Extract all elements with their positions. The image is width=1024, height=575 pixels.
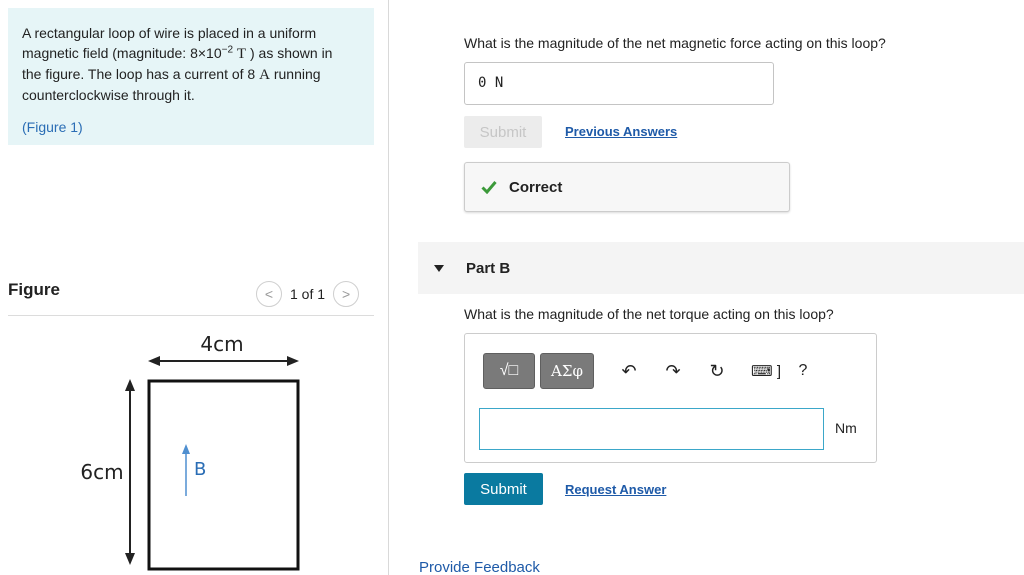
loop-figure: 4cm 6cm B — [80, 332, 300, 571]
figure-page-indicator: 1 of 1 — [290, 286, 326, 302]
keyboard-icon[interactable]: ⌨ ] — [750, 362, 782, 380]
column-divider — [388, 0, 389, 575]
figure-title: Figure — [8, 280, 60, 299]
help-icon[interactable]: ? — [792, 362, 814, 380]
problem-line-4: counterclockwise through it. — [22, 87, 195, 103]
request-answer-link[interactable]: Request Answer — [565, 482, 666, 497]
collapse-triangle-icon — [434, 264, 444, 272]
next-figure-button[interactable]: > — [333, 281, 360, 307]
templates-icon: √□ — [499, 362, 519, 379]
height-arrow-top — [125, 379, 135, 391]
redo-icon[interactable]: ↷ — [662, 361, 684, 382]
problem-line-3-tail: running — [269, 66, 321, 82]
figure-navigation: < 1 of 1 > — [256, 281, 360, 307]
part-b-header[interactable]: Part B — [418, 242, 1024, 294]
height-label: 6cm — [80, 460, 123, 484]
undo-icon[interactable]: ↶ — [618, 361, 640, 382]
field-arrow-icon — [182, 444, 190, 454]
problem-line-3: the figure. The loop has a current of 8 … — [22, 65, 360, 84]
problem-field-unit: T — [236, 46, 247, 62]
problem-line-2: magnetic field (magnitude: 8×10−2 T ) as… — [22, 44, 360, 63]
part-b-submit-button[interactable]: Submit — [464, 473, 543, 505]
problem-line-2-tail: ) as shown in — [246, 45, 333, 61]
problem-field-exponent: −2 — [221, 44, 234, 56]
width-arrow-right — [287, 356, 299, 366]
correct-label: Correct — [509, 178, 563, 196]
problem-field-value: magnetic field (magnitude: 8×10 — [22, 45, 222, 61]
figure-link-close-paren: ) — [78, 119, 83, 135]
reset-icon[interactable]: ↻ — [706, 361, 728, 382]
part-b-unit-label: Nm — [835, 420, 857, 436]
chevron-left-icon: < — [264, 286, 274, 302]
greek-symbols-button[interactable]: ΑΣφ — [540, 353, 594, 389]
part-a-answer-field: 0 N — [464, 62, 774, 105]
chevron-right-icon: > — [341, 286, 351, 302]
problem-current-text: the figure. The loop has a current of 8 — [22, 66, 260, 82]
previous-answers-link[interactable]: Previous Answers — [565, 124, 677, 139]
width-arrow-left — [148, 356, 160, 366]
part-b-answer-editor: √□ ΑΣφ ↶ ↷ ↻ ⌨ ] ? Nm — [464, 333, 877, 463]
height-arrow-bottom — [125, 553, 135, 565]
figure-reference: (Figure 1) — [22, 118, 360, 136]
problem-statement: A rectangular loop of wire is placed in … — [8, 8, 374, 145]
part-b-answer-input[interactable] — [479, 408, 824, 450]
part-a-submit-button[interactable]: Submit — [464, 116, 542, 148]
templates-button[interactable]: √□ — [483, 353, 535, 389]
problem-current-unit: A — [259, 67, 270, 83]
width-label: 4cm — [200, 332, 243, 356]
part-b-question: What is the magnitude of the net torque … — [464, 306, 834, 322]
checkmark-icon — [481, 181, 497, 194]
part-a-question: What is the magnitude of the net magneti… — [464, 35, 886, 51]
math-toolbar: √□ ΑΣφ ↶ ↷ ↻ ⌨ ] ? — [479, 348, 814, 394]
figure-1-link[interactable]: Figure 1 — [27, 119, 78, 135]
provide-feedback-link[interactable]: Provide Feedback — [419, 559, 540, 575]
problem-line-1: A rectangular loop of wire is placed in … — [22, 25, 317, 41]
wire-loop — [147, 379, 300, 571]
greek-symbols-label: ΑΣφ — [551, 362, 583, 380]
field-label: B — [194, 459, 206, 480]
correct-feedback: Correct — [464, 162, 790, 212]
prev-figure-button[interactable]: < — [256, 281, 282, 307]
part-b-title: Part B — [466, 259, 511, 277]
